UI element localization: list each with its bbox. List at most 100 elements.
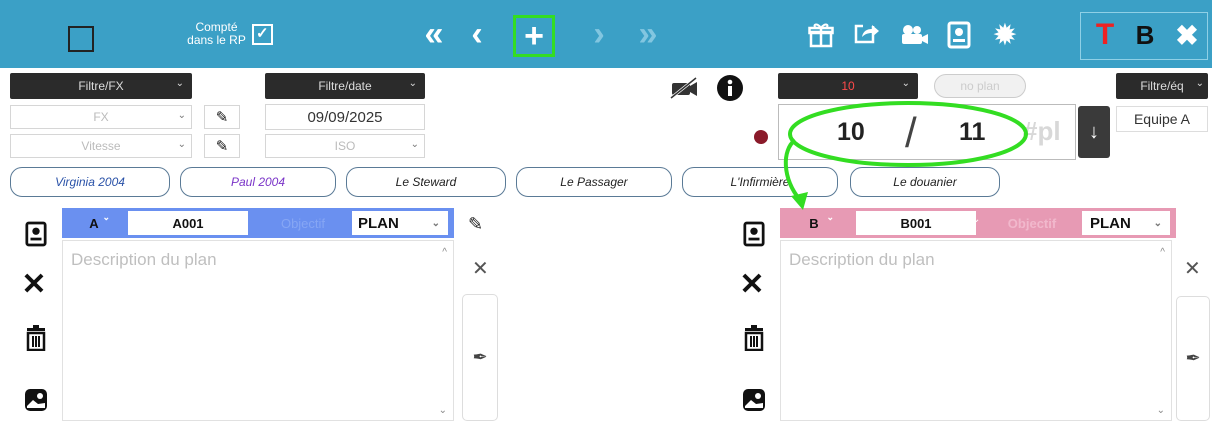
trash-icon[interactable] (740, 324, 768, 352)
plan-a-letter: A (89, 215, 99, 231)
quill-icon: ✒ (472, 347, 488, 367)
iso-select-value: ISO (334, 139, 356, 153)
persona-pill-virginia[interactable]: Virginia 2004 (10, 167, 170, 197)
close-icon[interactable]: ✖ (1172, 18, 1202, 52)
add-button[interactable]: + (513, 15, 555, 57)
plan-a-plan-select[interactable]: PLAN ⌄ (352, 211, 448, 235)
chevron-down-icon: ⌄ (901, 78, 910, 89)
plan-b-description-placeholder: Description du plan (789, 250, 935, 269)
pencil-icon[interactable]: ✎ (468, 214, 483, 235)
fx-select[interactable]: FX ⌄ (10, 105, 192, 129)
scroll-up-icon[interactable]: ^ (1160, 247, 1165, 258)
square-outline-icon[interactable] (68, 26, 94, 52)
portrait-icon[interactable] (22, 220, 50, 248)
persona-pill-paul[interactable]: Paul 2004 (180, 167, 336, 197)
persona-pill-steward[interactable]: Le Steward (346, 167, 506, 197)
chevron-down-icon: ⌄ (102, 212, 110, 222)
date-filter-select[interactable]: Filtre/date ⌄ (265, 73, 425, 99)
plan-b-description[interactable]: Description du plan ^ ⌄ (780, 240, 1172, 421)
chevron-right-icon[interactable]: › (584, 15, 614, 53)
plan-b-code-field[interactable]: B001 (856, 211, 976, 235)
plan-a-objective-field[interactable]: Objectif (258, 211, 348, 235)
iso-select[interactable]: ISO ⌄ (265, 134, 425, 158)
image-icon[interactable] (740, 386, 768, 414)
gift-icon[interactable] (804, 18, 838, 52)
plan-b-objective-field[interactable]: Objectif (986, 211, 1078, 235)
plan-b-plan-select[interactable]: PLAN ⌄ (1082, 211, 1170, 235)
b-icon[interactable]: B (1130, 18, 1160, 52)
scroll-up-icon[interactable]: ^ (442, 247, 447, 258)
gear-icon[interactable]: ✹ (988, 18, 1022, 52)
plan-a-header: A ⌄ A001 ⌄ Objectif PLAN ⌄ (62, 208, 454, 238)
counted-line-2: dans le RP (187, 33, 246, 47)
info-icon[interactable] (716, 74, 744, 102)
camera-icon[interactable] (898, 18, 932, 52)
persona-pill-infirmiere[interactable]: L'Infirmière (682, 167, 838, 197)
pencil-icon: ✎ (215, 109, 229, 126)
plan-number-box: 10 / 11 #pl (778, 104, 1076, 160)
number-select-value: 10 (841, 79, 855, 93)
chevron-down-icon: ⌄ (431, 217, 440, 229)
close-icon[interactable]: ✕ (20, 268, 48, 301)
chevron-down-icon: ⌄ (175, 78, 184, 89)
close-icon[interactable]: ✕ (472, 256, 489, 281)
chevron-down-icon: ⌄ (177, 139, 186, 150)
chevron-down-icon[interactable]: ⌄ (234, 214, 242, 225)
close-icon[interactable]: ✕ (1184, 256, 1201, 281)
image-icon[interactable] (22, 386, 50, 414)
record-dot-icon (754, 130, 768, 144)
chevron-down-icon[interactable]: ⌄ (972, 214, 980, 225)
scroll-down-icon[interactable]: ⌄ (1157, 405, 1165, 416)
arrow-down-button[interactable]: ↓ (1078, 106, 1110, 158)
counted-in-rp-label: Compté dans le RP (187, 21, 246, 47)
chevron-down-icon: ⌄ (826, 212, 834, 222)
plan-a-code-field[interactable]: A001 (128, 211, 248, 235)
t-icon[interactable]: T (1090, 18, 1120, 52)
portrait-icon[interactable] (942, 18, 976, 52)
date-input[interactable]: 09/09/2025 (265, 104, 425, 130)
edit-fx-button[interactable]: ✎ (204, 105, 240, 129)
scroll-down-icon[interactable]: ⌄ (439, 405, 447, 416)
team-filter-label: Filtre/éq (1140, 79, 1184, 93)
plan-b-sign-button[interactable]: ✒ (1176, 296, 1210, 421)
next-plan-number: 11 (959, 118, 986, 146)
team-value: Equipe A (1116, 106, 1208, 132)
plan-b-code: B001 (900, 215, 932, 231)
no-camera-icon[interactable] (668, 76, 700, 100)
plan-suffix: #pl (1023, 116, 1061, 146)
share-icon[interactable] (850, 18, 884, 52)
edit-speed-button[interactable]: ✎ (204, 134, 240, 158)
plan-b-plan-label: PLAN (1090, 214, 1131, 232)
double-chevron-left-icon[interactable]: « (414, 15, 454, 53)
plan-a-plan-label: PLAN (358, 214, 399, 232)
chevron-down-icon: ⌄ (177, 110, 186, 121)
plan-a-description-placeholder: Description du plan (71, 250, 217, 269)
number-select[interactable]: 10 ⌄ (778, 73, 918, 99)
plan-a-description[interactable]: Description du plan ^ ⌄ (62, 240, 454, 421)
chevron-left-icon[interactable]: ‹ (462, 15, 492, 53)
fx-filter-select[interactable]: Filtre/FX ⌄ (10, 73, 192, 99)
double-chevron-right-icon[interactable]: » (628, 15, 668, 53)
no-plan-toggle[interactable]: no plan (934, 74, 1026, 98)
chevron-down-icon: ⌄ (408, 78, 417, 89)
chevron-down-icon: ⌄ (1153, 217, 1162, 229)
plan-b-letter-select[interactable]: B ⌄ (786, 211, 842, 235)
plan-b-letter: B (809, 215, 819, 231)
team-filter-select[interactable]: Filtre/éq ⌄ (1116, 73, 1208, 99)
counted-in-rp-toggle[interactable]: Compté dans le RP ✓ (175, 14, 285, 54)
current-plan-number: 10 (837, 118, 865, 146)
chevron-down-icon: ⌄ (1195, 78, 1204, 89)
persona-pill-douanier[interactable]: Le douanier (850, 167, 1000, 197)
top-toolbar: Compté dans le RP ✓ « ‹ + › » ✹ T B ✖ (0, 0, 1212, 68)
checkbox-icon[interactable]: ✓ (251, 23, 273, 45)
speed-select[interactable]: Vitesse ⌄ (10, 134, 192, 158)
fx-filter-label: Filtre/FX (78, 79, 124, 93)
trash-icon[interactable] (22, 324, 50, 352)
plan-a-sign-button[interactable]: ✒ (462, 294, 498, 421)
persona-pill-passager[interactable]: Le Passager (516, 167, 672, 197)
portrait-icon[interactable] (740, 220, 768, 248)
speed-select-value: Vitesse (81, 139, 121, 153)
chevron-down-icon: ⌄ (410, 139, 419, 150)
close-icon[interactable]: ✕ (738, 268, 766, 301)
plan-a-letter-select[interactable]: A ⌄ (68, 211, 120, 235)
